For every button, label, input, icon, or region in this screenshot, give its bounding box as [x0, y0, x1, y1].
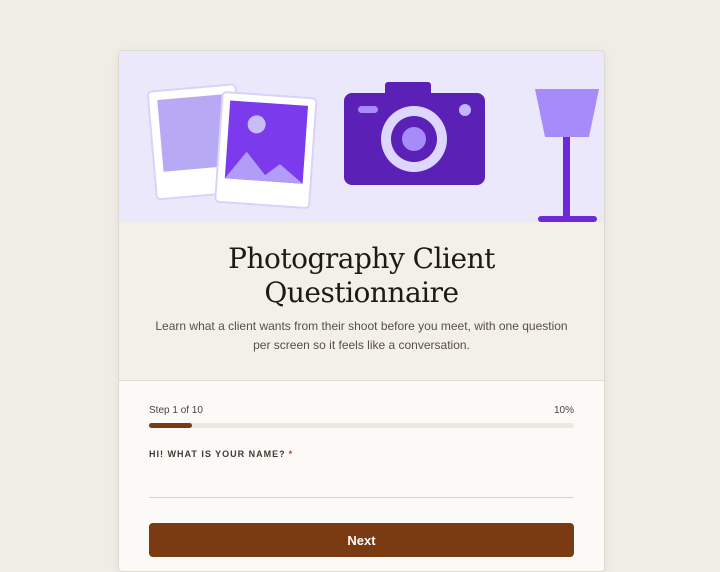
question-text: HI! WHAT IS YOUR NAME?: [149, 449, 286, 459]
lamp-icon: [535, 89, 599, 222]
photo-prints-icon: [146, 83, 318, 209]
form-description: Learn what a client wants from their sho…: [155, 319, 568, 352]
camera-icon: [344, 82, 485, 185]
hero-svg: [146, 82, 599, 222]
form-title-line-1: Photography Client: [228, 242, 495, 275]
step-indicator: Step 1 of 10: [149, 405, 203, 416]
next-button[interactable]: Next: [149, 523, 574, 557]
form-intro: Photography Client Questionnaire Learn w…: [119, 222, 604, 381]
form-title-line-2: Questionnaire: [264, 276, 459, 309]
progress-bar: [149, 423, 574, 428]
progress-percent: 10%: [553, 405, 574, 416]
hero-illustration: [119, 51, 604, 222]
required-marker: *: [288, 449, 294, 459]
name-input[interactable]: [149, 469, 574, 498]
questionnaire-card: Photography Client Questionnaire Learn w…: [118, 50, 605, 572]
progress-bar-fill: [149, 423, 192, 428]
form-title: Photography Client Questionnaire: [119, 242, 604, 310]
question-label: HI! WHAT IS YOUR NAME? *: [149, 449, 293, 459]
